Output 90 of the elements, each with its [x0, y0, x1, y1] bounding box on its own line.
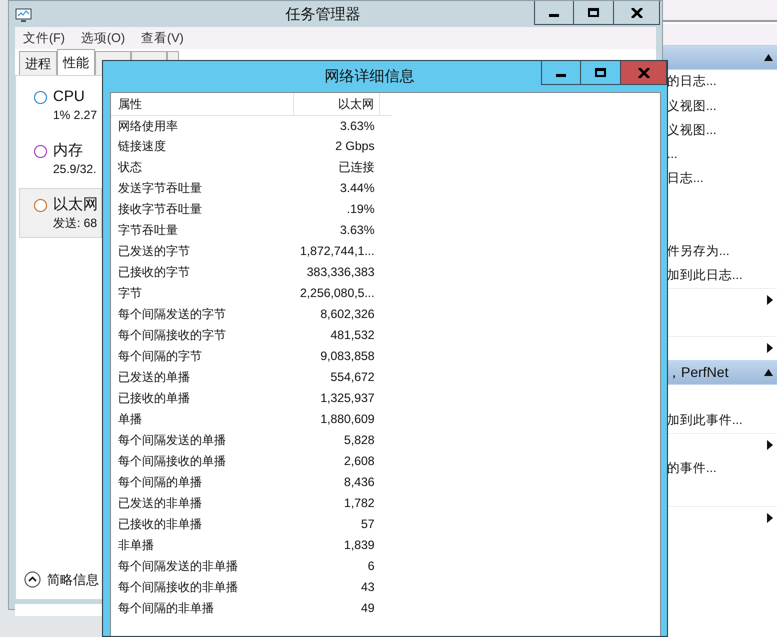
resource-reading: 1% 2.27 [53, 107, 98, 124]
resource-name: 以太网 [53, 196, 98, 214]
action-link[interactable]: 件另存为... [667, 242, 730, 260]
action-link[interactable]: 的日志... [667, 72, 716, 92]
property-value: 3.63% [293, 115, 380, 136]
close-icon [638, 68, 650, 78]
property-name: 已发送的字节 [117, 243, 191, 260]
property-value: 3.63% [338, 222, 376, 240]
property-name: 每个间隔接收的单播 [117, 453, 227, 470]
property-name: 已接收的单播 [117, 390, 191, 408]
tab[interactable]: 进程 [19, 51, 57, 75]
resource-item[interactable]: 内存 25.9/32. [19, 134, 102, 184]
property-value: 2 Gbps [334, 138, 376, 156]
property-value: 481,532 [329, 327, 376, 344]
action-link[interactable]: 义视图... [667, 120, 716, 140]
action-link[interactable]: 义视图... [667, 96, 716, 116]
property-value: 1,839 [343, 537, 376, 554]
property-value: 9,083,858 [319, 348, 376, 366]
resource-item[interactable]: 以太网 发送: 68 [19, 188, 102, 238]
property-name: 每个间隔发送的字节 [117, 306, 227, 324]
action-link[interactable]: 的事件... [667, 459, 716, 478]
property-value: 383,336,383 [306, 264, 376, 282]
property-value: 1,325,937 [319, 390, 376, 408]
property-name: 字节 [117, 285, 143, 302]
resource-name: 内存 [53, 142, 84, 160]
property-name: 每个间隔发送的单播 [117, 432, 227, 450]
chevron-up-icon[interactable] [24, 570, 41, 588]
property-value: 43 [360, 579, 376, 596]
submenu-arrow-icon[interactable] [767, 440, 773, 450]
property-name: 每个间隔的单播 [117, 474, 203, 492]
property-value: 2,256,080,5... [299, 285, 376, 302]
property-value: 57 [360, 516, 376, 534]
resource-item[interactable]: CPU 1% 2.27 [19, 80, 102, 130]
property-name: 网络使用率 [111, 115, 293, 136]
minimize-button[interactable] [534, 1, 574, 25]
action-link[interactable]: 加到此事件... [667, 411, 742, 430]
tab[interactable]: 性能 [57, 49, 95, 75]
property-value: .19% [346, 201, 376, 218]
property-name: 状态 [117, 159, 143, 176]
window-title: 任务管理器 [284, 5, 362, 25]
property-name: 每个间隔接收的非单播 [117, 579, 239, 596]
property-name: 每个间隔发送的非单播 [117, 558, 239, 576]
column-header[interactable]: 以太网 [293, 93, 380, 115]
property-name: 每个间隔的字节 [117, 348, 203, 366]
property-name: 已发送的单播 [117, 369, 191, 386]
property-name: 单播 [117, 411, 143, 428]
action-link[interactable]: 日志... [667, 169, 704, 188]
property-name: 非单播 [117, 537, 155, 554]
menu-item[interactable]: 选项(O) [72, 26, 134, 50]
property-name: 字节吞吐量 [117, 222, 179, 240]
fewer-details-link[interactable]: 简略信息 [47, 570, 99, 589]
menu-item[interactable]: 文件(F) [15, 26, 73, 50]
property-name: 已发送的非单播 [117, 495, 203, 512]
window-title: 网络详细信息 [324, 67, 416, 87]
property-name: 链接速度 [117, 138, 167, 156]
property-value: 554,672 [329, 369, 376, 386]
property-name: 每个间隔接收的字节 [117, 327, 227, 344]
property-value: 6 [366, 558, 376, 576]
property-value: 5,828 [343, 432, 376, 450]
property-name: 发送字节吞吐量 [117, 180, 203, 198]
close-icon [630, 8, 642, 18]
column-header[interactable]: 属性 [111, 93, 293, 115]
collapse-arrow-icon[interactable] [764, 368, 773, 376]
app-monitor-icon [15, 6, 32, 21]
close-button[interactable] [614, 1, 660, 25]
property-value: 已连接 [338, 159, 376, 176]
property-value: 8,436 [343, 474, 376, 492]
property-value: 3.44% [338, 180, 376, 198]
property-name: 接收字节吞吐量 [117, 201, 203, 218]
minimize-button[interactable] [541, 61, 581, 85]
action-link[interactable]: 加到此日志... [667, 266, 742, 285]
action-link[interactable]: ... [667, 144, 678, 164]
property-value: 1,782 [343, 495, 376, 512]
property-name: 已接收的非单播 [117, 516, 203, 534]
collapse-arrow-icon[interactable] [764, 54, 773, 62]
resource-reading: 发送: 68 [53, 215, 98, 232]
property-value: 2,608 [343, 453, 376, 470]
property-name: 每个间隔的非单播 [117, 600, 215, 618]
submenu-arrow-icon[interactable] [767, 343, 773, 354]
property-value: 1,880,609 [319, 411, 376, 428]
property-name: 已接收的字节 [117, 264, 191, 282]
property-value: 49 [360, 600, 376, 618]
maximize-button[interactable] [574, 1, 614, 25]
submenu-arrow-icon[interactable] [767, 512, 773, 523]
resource-name: CPU [53, 88, 86, 106]
submenu-arrow-icon[interactable] [767, 294, 773, 305]
property-value: 8,602,326 [319, 306, 376, 324]
resource-reading: 25.9/32. [53, 161, 96, 178]
property-value: 1,872,744,1... [299, 243, 376, 260]
menu-item[interactable]: 查看(V) [133, 26, 192, 50]
